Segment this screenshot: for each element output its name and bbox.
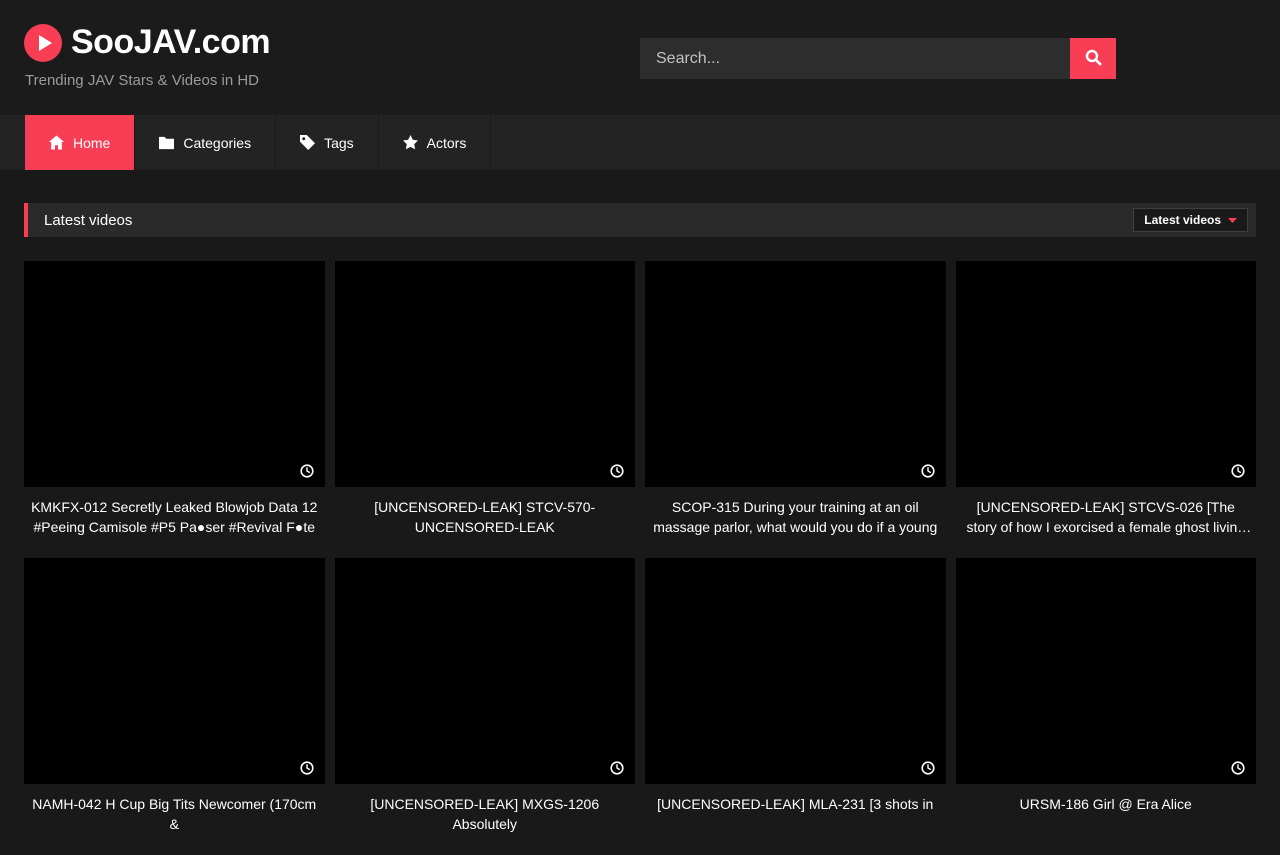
video-card[interactable]: URSM-186 Girl @ Era Alice (956, 558, 1257, 855)
video-title[interactable]: [UNCENSORED-LEAK] MLA-231 [3 shots in (645, 794, 946, 834)
clock-icon (610, 464, 624, 478)
site-title: SooJAV.com (71, 23, 270, 62)
nav-item-actors[interactable]: Actors (379, 115, 492, 170)
star-icon (403, 135, 418, 150)
site-tagline: Trending JAV Stars & Videos in HD (25, 72, 259, 89)
video-card[interactable]: [UNCENSORED-LEAK] STCV-570-UNCENSORED-LE… (335, 261, 636, 558)
video-thumbnail[interactable] (24, 261, 325, 487)
search-input[interactable] (640, 38, 1070, 79)
video-card[interactable]: [UNCENSORED-LEAK] MXGS-1206 Absolutely (335, 558, 636, 855)
nav-item-label: Actors (427, 135, 467, 151)
video-card[interactable]: NAMH-042 H Cup Big Tits Newcomer (170cm … (24, 558, 325, 855)
video-title[interactable]: SCOP-315 During your training at an oil … (645, 497, 946, 537)
video-title[interactable]: URSM-186 Girl @ Era Alice (956, 794, 1257, 834)
clock-icon (1231, 464, 1245, 478)
video-thumbnail[interactable] (24, 558, 325, 784)
nav-item-label: Tags (324, 135, 354, 151)
video-thumbnail[interactable] (335, 558, 636, 784)
clock-icon (300, 464, 314, 478)
nav-item-label: Categories (183, 135, 251, 151)
site-header: SooJAV.com Trending JAV Stars & Videos i… (0, 0, 1280, 115)
video-card[interactable]: [UNCENSORED-LEAK] STCVS-026 [The story o… (956, 261, 1257, 558)
video-title[interactable]: NAMH-042 H Cup Big Tits Newcomer (170cm … (24, 794, 325, 834)
video-title[interactable]: [UNCENSORED-LEAK] STCV-570-UNCENSORED-LE… (335, 497, 636, 537)
clock-icon (610, 761, 624, 775)
video-thumbnail[interactable] (335, 261, 636, 487)
video-thumbnail[interactable] (645, 558, 946, 784)
sort-dropdown-label: Latest videos (1144, 213, 1221, 227)
tag-icon (300, 135, 315, 150)
video-card[interactable]: SCOP-315 During your training at an oil … (645, 261, 946, 558)
nav-item-categories[interactable]: Categories (135, 115, 276, 170)
clock-icon (1231, 761, 1245, 775)
nav-item-label: Home (73, 135, 110, 151)
video-title[interactable]: [UNCENSORED-LEAK] MXGS-1206 Absolutely (335, 794, 636, 834)
home-icon (49, 135, 64, 150)
main-nav: Home Categories Tags Actors (0, 115, 1280, 170)
main-content: Latest videos Latest videos KMKFX-012 Se… (0, 203, 1280, 855)
clock-icon (921, 464, 935, 478)
video-thumbnail[interactable] (645, 261, 946, 487)
play-circle-icon (24, 24, 62, 62)
video-grid: KMKFX-012 Secretly Leaked Blowjob Data 1… (24, 261, 1256, 855)
video-thumbnail[interactable] (956, 558, 1257, 784)
video-title[interactable]: KMKFX-012 Secretly Leaked Blowjob Data 1… (24, 497, 325, 537)
clock-icon (921, 761, 935, 775)
caret-down-icon (1228, 218, 1237, 223)
search-form (640, 38, 1116, 79)
nav-item-home[interactable]: Home (25, 115, 135, 170)
nav-item-tags[interactable]: Tags (276, 115, 379, 170)
section-header: Latest videos Latest videos (24, 203, 1256, 237)
video-title[interactable]: [UNCENSORED-LEAK] STCVS-026 [The story o… (956, 497, 1257, 537)
video-thumbnail[interactable] (956, 261, 1257, 487)
search-button[interactable] (1070, 38, 1116, 79)
section-title: Latest videos (44, 212, 132, 229)
video-card[interactable]: KMKFX-012 Secretly Leaked Blowjob Data 1… (24, 261, 325, 558)
folder-icon (159, 135, 174, 150)
video-card[interactable]: [UNCENSORED-LEAK] MLA-231 [3 shots in (645, 558, 946, 855)
sort-dropdown-button[interactable]: Latest videos (1133, 208, 1248, 232)
site-logo[interactable]: SooJAV.com (24, 23, 270, 62)
clock-icon (300, 761, 314, 775)
search-icon (1085, 49, 1102, 69)
